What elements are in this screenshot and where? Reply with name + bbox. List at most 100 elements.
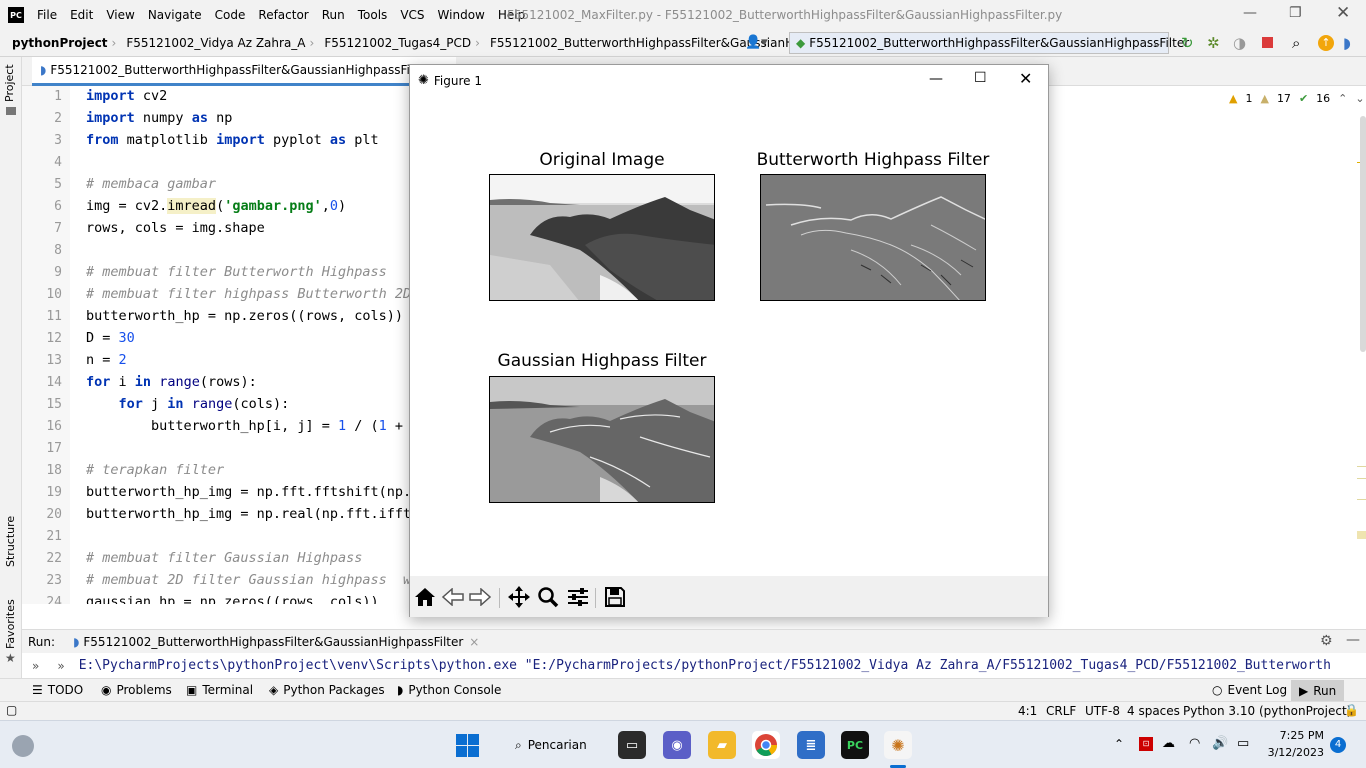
forward-icon[interactable] — [467, 584, 493, 610]
close-icon[interactable]: ✕ — [1336, 3, 1350, 23]
battery-icon[interactable]: ▭ — [1237, 736, 1249, 751]
close-tab-icon[interactable]: × — [469, 635, 479, 649]
run-console[interactable]: » » E:\PycharmProjects\pythonProject\ven… — [22, 653, 1366, 678]
chevron-down-icon[interactable]: ⌄ — [1355, 92, 1364, 105]
code-line[interactable]: butterworth_hp_img = np.real(np.fft.ifft… — [86, 506, 419, 522]
menu-file[interactable]: File — [37, 8, 57, 22]
configure-subplots-icon[interactable] — [565, 584, 591, 610]
code-line[interactable]: butterworth_hp_img = np.fft.fftshift(np.… — [86, 484, 419, 500]
layout-icon[interactable]: ▢ — [6, 703, 17, 717]
zoom-icon[interactable] — [535, 584, 561, 610]
breadcrumb-project[interactable]: pythonProject — [12, 36, 108, 50]
code-line[interactable]: butterworth_hp = np.zeros((rows, cols)) — [86, 308, 403, 324]
menu-edit[interactable]: Edit — [70, 8, 93, 22]
code-line[interactable]: for j in range(cols): — [86, 396, 290, 412]
structure-tool-tab[interactable]: Structure — [4, 516, 17, 567]
python-packages-tool-tab[interactable]: ◈ Python Packages — [269, 683, 385, 697]
run-configuration-select[interactable]: ◆ F55121002_ButterworthHighpassFilter&Ga… — [789, 32, 1189, 54]
project-tool-tab[interactable]: Project — [3, 64, 16, 102]
code-line[interactable]: img = cv2.imread('gambar.png',0) — [86, 198, 346, 214]
lock-icon[interactable]: 🔒 — [1344, 703, 1359, 717]
todo-tool-tab[interactable]: ☰ TODO — [32, 683, 83, 697]
home-icon[interactable] — [412, 584, 438, 610]
inspection-widget[interactable]: ▲ 1 ▲ 17 ✔ 16 ⌃ ⌄ — [1229, 92, 1365, 105]
restore-icon[interactable]: ❐ — [1289, 5, 1302, 21]
taskbar-time[interactable]: 7:25 PM — [1270, 729, 1324, 742]
code-line[interactable]: import numpy as np — [86, 110, 232, 126]
expand-icon[interactable]: » — [57, 659, 64, 673]
code-comment[interactable]: # membaca gambar — [86, 176, 216, 192]
code-line[interactable]: for i in range(rows): — [86, 374, 257, 390]
gear-icon[interactable]: ⚙ — [1320, 633, 1333, 649]
notepad-icon[interactable]: ≣ — [797, 731, 825, 759]
warning-marker[interactable] — [1357, 478, 1366, 479]
chevron-up-icon[interactable]: ⌃ — [1114, 737, 1124, 751]
python-interpreter[interactable]: Python 3.10 (pythonProject) — [1183, 704, 1351, 718]
coverage-icon[interactable]: ◑ — [1233, 34, 1246, 52]
chevron-up-icon[interactable]: ⌃ — [1338, 92, 1347, 105]
breadcrumb-folder[interactable]: F55121002_Vidya Az Zahra_A — [126, 36, 305, 50]
menu-vcs[interactable]: VCS — [400, 8, 424, 22]
minimize-icon[interactable]: — — [929, 71, 943, 87]
pycharm-taskbar-icon[interactable]: PC — [841, 731, 869, 759]
tray-app-icon[interactable]: ⊡ — [1139, 737, 1153, 751]
event-log-tool-tab[interactable]: ○ Event Log — [1212, 683, 1287, 697]
expand-icon[interactable]: » — [32, 659, 39, 673]
breadcrumb-subfolder[interactable]: F55121002_Tugas4_PCD — [324, 36, 471, 50]
wifi-icon[interactable]: ◠ — [1189, 736, 1200, 751]
file-explorer-icon[interactable]: ▰ — [708, 731, 736, 759]
code-comment[interactable]: # terapkan filter — [86, 462, 224, 478]
search-icon[interactable]: ⌕ — [1292, 34, 1300, 52]
menu-refactor[interactable]: Refactor — [258, 8, 308, 22]
file-encoding[interactable]: UTF-8 — [1085, 704, 1120, 718]
code-line[interactable]: n = 2 — [86, 352, 127, 368]
task-view-icon[interactable]: ▭ — [618, 731, 646, 759]
debug-icon[interactable]: ✲ — [1207, 34, 1220, 52]
favorites-tool-tab[interactable]: Favorites — [4, 599, 17, 649]
menu-code[interactable]: Code — [215, 8, 246, 22]
run-tool-tab[interactable]: ▶ Run — [1291, 680, 1345, 701]
close-icon[interactable]: ✕ — [1019, 69, 1032, 88]
update-icon[interactable]: ↑ — [1318, 35, 1334, 51]
terminal-tool-tab[interactable]: ▣ Terminal — [186, 683, 253, 697]
python-console-tool-tab[interactable]: ◗ Python Console — [397, 683, 501, 697]
chat-icon[interactable]: ◉ — [663, 731, 691, 759]
user-icon[interactable]: 👤▾ — [745, 35, 768, 50]
code-comment[interactable]: # membuat filter Gaussian Highpass — [86, 550, 362, 566]
indent-setting[interactable]: 4 spaces — [1127, 704, 1180, 718]
problems-tool-tab[interactable]: ◉ Problems — [101, 683, 172, 697]
weather-icon[interactable] — [12, 735, 34, 757]
run-tab[interactable]: F55121002_ButterworthHighpassFilter&Gaus… — [83, 635, 463, 649]
volume-icon[interactable]: 🔊 — [1212, 736, 1228, 751]
chrome-icon[interactable] — [752, 731, 780, 759]
pan-icon[interactable] — [506, 584, 532, 610]
code-comment[interactable]: # membuat filter Butterworth Highpass — [86, 264, 387, 280]
menu-window[interactable]: Window — [438, 8, 485, 22]
save-icon[interactable] — [602, 584, 628, 610]
taskbar-date[interactable]: 3/12/2023 — [1262, 746, 1324, 759]
editor-tab[interactable]: ◗ F55121002_ButterworthHighpassFilter&Ga… — [32, 57, 456, 86]
menu-navigate[interactable]: Navigate — [148, 8, 202, 22]
code-comment[interactable]: # membuat 2D filter Gaussian highpass wi — [86, 572, 419, 588]
menu-tools[interactable]: Tools — [358, 8, 388, 22]
windows-start-icon[interactable] — [456, 734, 479, 757]
matplotlib-taskbar-icon[interactable]: ✺ — [884, 731, 912, 759]
warning-marker[interactable] — [1357, 531, 1366, 539]
maximize-icon[interactable]: ☐ — [974, 70, 987, 86]
editor-scrollbar[interactable] — [1360, 116, 1366, 352]
code-line[interactable]: D = 30 — [86, 330, 135, 346]
stop-icon[interactable] — [1262, 37, 1273, 48]
line-separator[interactable]: CRLF — [1046, 704, 1076, 718]
code-line[interactable]: import cv2 — [86, 88, 167, 104]
code-line[interactable]: from matplotlib import pyplot as plt — [86, 132, 379, 148]
taskbar-search[interactable]: ⌕ Pencarian — [505, 731, 603, 759]
warning-marker[interactable] — [1357, 499, 1366, 500]
caret-position[interactable]: 4:1 — [1018, 704, 1037, 718]
notification-badge[interactable]: 4 — [1330, 737, 1346, 753]
minimize-icon[interactable]: — — [1243, 5, 1257, 21]
menu-view[interactable]: View — [106, 8, 134, 22]
code-line[interactable]: gaussian_hp = np.zeros((rows, cols)) — [86, 594, 379, 604]
code-line[interactable]: rows, cols = img.shape — [86, 220, 265, 236]
cloud-icon[interactable]: ☁ — [1162, 736, 1175, 751]
hide-icon[interactable]: — — [1346, 632, 1360, 648]
